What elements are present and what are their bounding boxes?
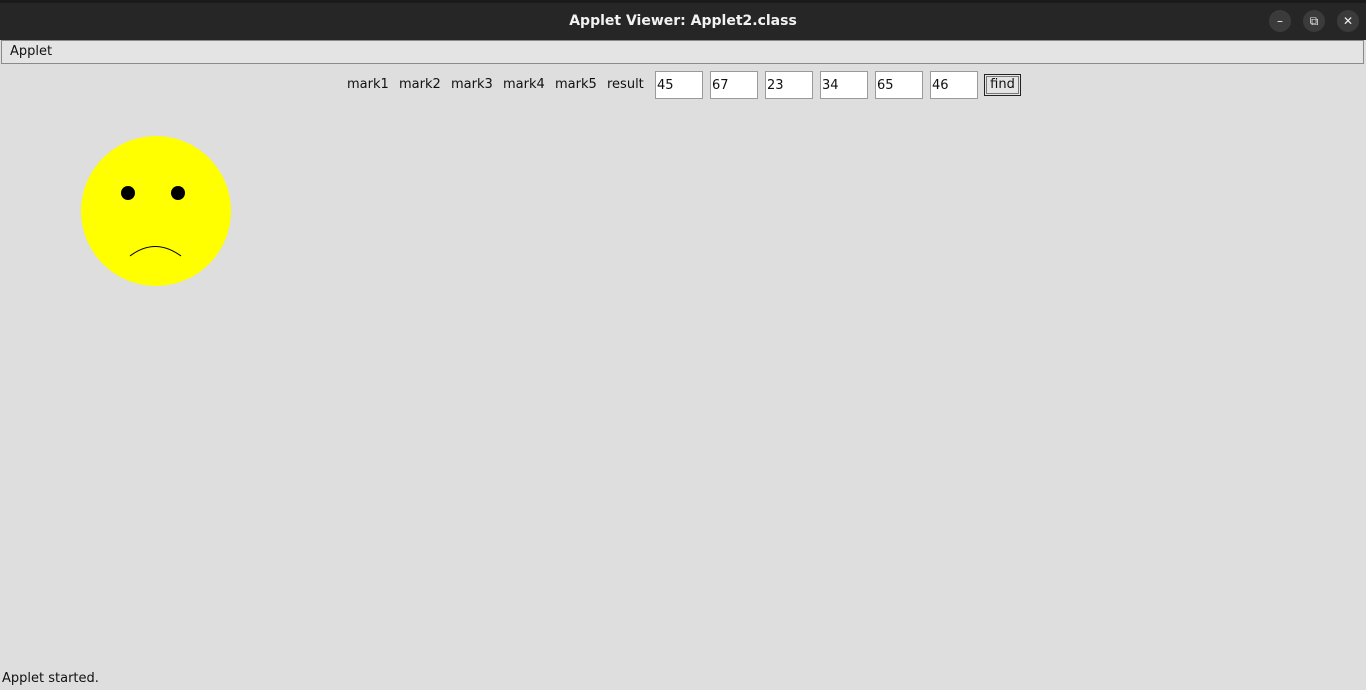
label-mark4: mark4 [503, 77, 545, 92]
result-field[interactable] [930, 71, 978, 99]
title-bar[interactable]: Applet Viewer: Applet2.class – ⧉ ✕ [0, 0, 1366, 40]
left-eye [121, 186, 135, 200]
mark4-field[interactable] [820, 71, 868, 99]
label-mark5: mark5 [555, 77, 597, 92]
label-mark3: mark3 [451, 77, 493, 92]
window-title: Applet Viewer: Applet2.class [569, 13, 797, 29]
maximize-button[interactable]: ⧉ [1303, 10, 1325, 32]
close-button[interactable]: ✕ [1337, 10, 1359, 32]
maximize-icon: ⧉ [1309, 14, 1319, 28]
mark1-field[interactable] [655, 71, 703, 99]
minimize-button[interactable]: – [1269, 10, 1291, 32]
close-icon: ✕ [1342, 14, 1354, 28]
minimize-icon: – [1277, 14, 1283, 28]
status-bar-text: Applet started. [2, 671, 99, 686]
label-mark2: mark2 [399, 77, 441, 92]
mark3-field[interactable] [765, 71, 813, 99]
menu-bar: Applet [1, 40, 1364, 64]
mark2-field[interactable] [710, 71, 758, 99]
face-circle [81, 136, 231, 286]
right-eye [171, 186, 185, 200]
find-button[interactable]: find [984, 74, 1021, 96]
menu-applet[interactable]: Applet [10, 41, 52, 63]
applet-viewer-window: Applet Viewer: Applet2.class – ⧉ ✕ Apple… [0, 0, 1366, 690]
mark5-field[interactable] [875, 71, 923, 99]
label-mark1: mark1 [347, 77, 389, 92]
sad-face-drawing [81, 136, 231, 286]
input-panel: mark1 mark2 mark3 mark4 mark5 result fin… [0, 71, 1366, 101]
label-result: result [607, 77, 644, 92]
